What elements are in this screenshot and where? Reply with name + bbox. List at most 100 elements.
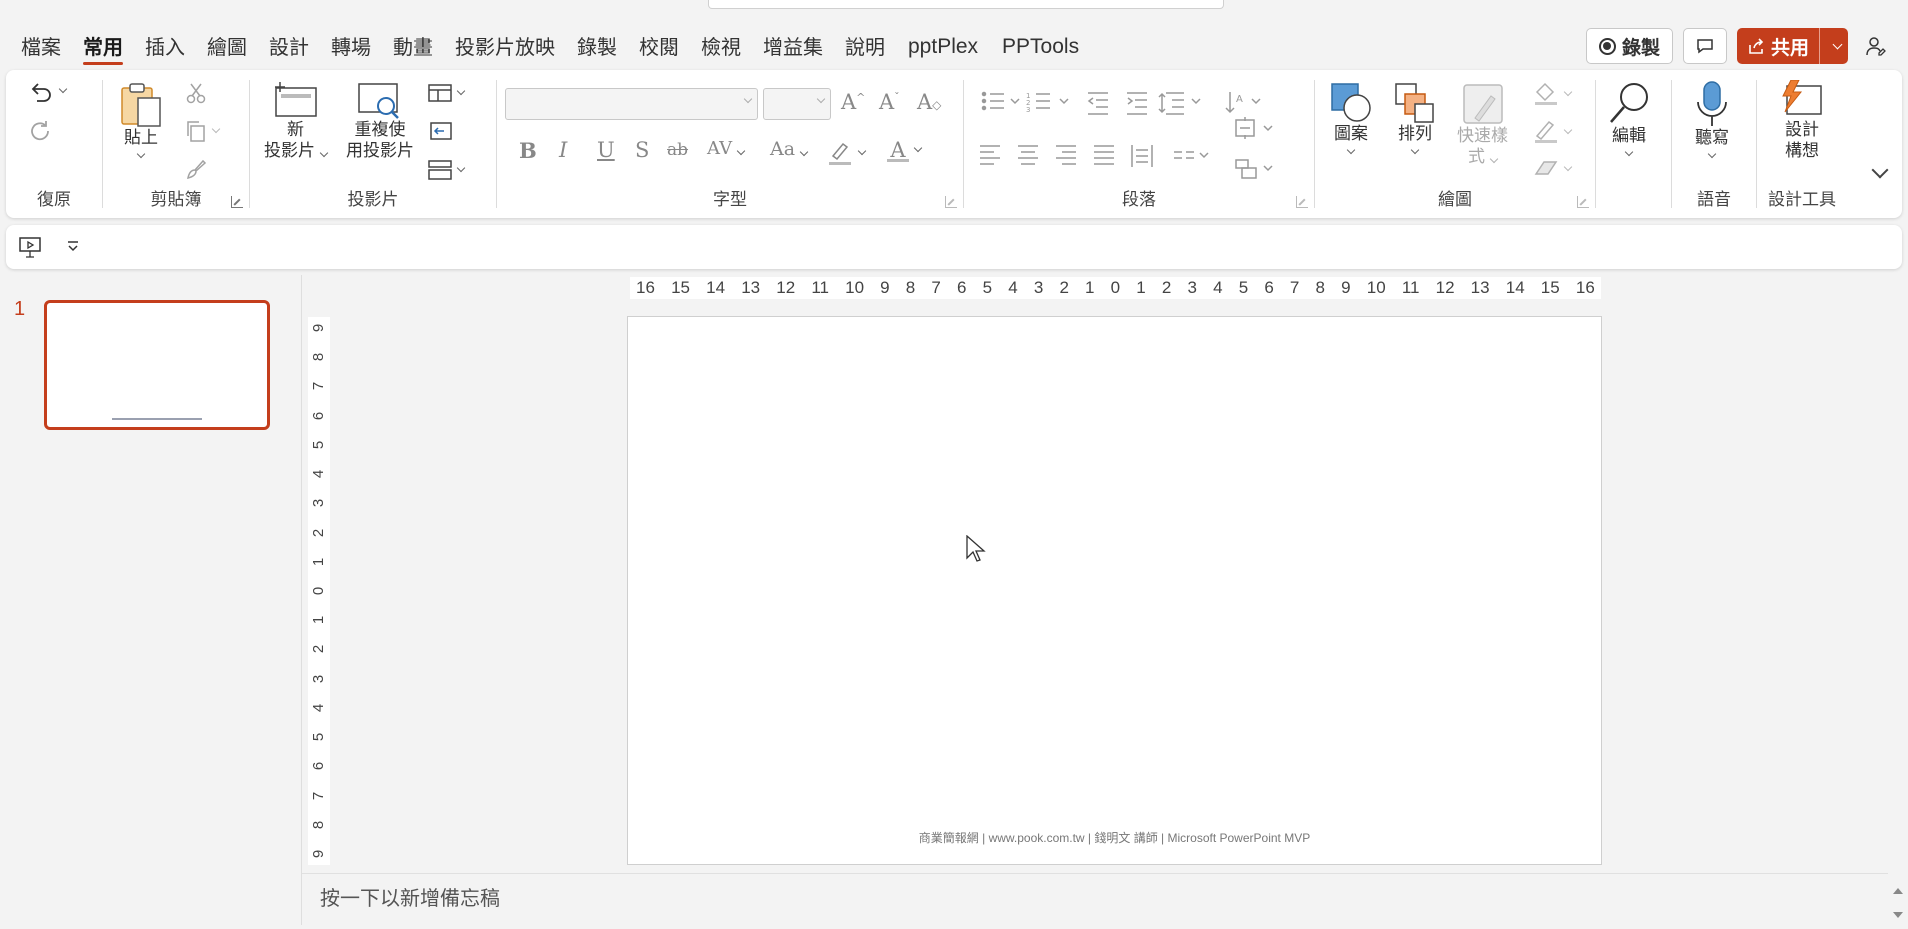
align-text-icon[interactable] [1234, 114, 1294, 144]
ruler-tick: 3 [310, 499, 327, 508]
tab-record[interactable]: 錄製 [566, 30, 628, 64]
slide-canvas[interactable]: 商業簡報網 | www.pook.com.tw | 錢明文 講師 | Micro… [627, 316, 1602, 865]
ruler-tick: 12 [776, 278, 796, 297]
slide-footer-text[interactable]: 商業簡報網 | www.pook.com.tw | 錢明文 講師 | Micro… [628, 829, 1601, 846]
underline-button[interactable]: U [597, 138, 615, 162]
shape-effects-button[interactable] [1533, 158, 1573, 180]
cut-button[interactable] [185, 82, 207, 104]
group-label-drawing: 繪圖 [1438, 190, 1472, 210]
slide-thumbnail[interactable] [44, 300, 270, 430]
search-box[interactable] [708, 0, 1224, 9]
format-painter-button[interactable] [185, 158, 207, 180]
shrink-font-button[interactable]: Aˇ [879, 90, 900, 114]
tab-help[interactable]: 說明 [834, 30, 896, 64]
shapes-button[interactable]: 圖案 [1329, 82, 1373, 155]
tab-draw[interactable]: 繪圖 [196, 30, 258, 64]
tab-pptplex[interactable]: pptPlex [896, 30, 990, 64]
notes-placeholder[interactable]: 按一下以新增備忘稿 [320, 882, 500, 911]
paragraph-launcher-icon[interactable] [1296, 196, 1308, 208]
undo-button[interactable] [28, 80, 68, 102]
tab-home[interactable]: 常用 [72, 30, 134, 65]
clipboard-launcher-icon[interactable] [231, 196, 243, 208]
paste-button[interactable]: 貼上 [119, 82, 163, 159]
font-launcher-icon[interactable] [945, 196, 957, 208]
slide-number: 1 [14, 298, 26, 320]
char-spacing-button[interactable]: AV [707, 138, 746, 159]
bold-button[interactable]: B [519, 138, 537, 163]
ruler-tick: 1 [310, 616, 327, 625]
quick-styles-button[interactable]: 快速樣 式 [1457, 82, 1508, 168]
editing-button[interactable]: 編輯 [1606, 80, 1652, 157]
coauthor-button[interactable] [1858, 28, 1894, 64]
section-button[interactable] [428, 160, 466, 180]
share-button[interactable]: 共用 [1736, 28, 1848, 64]
ruler-tick: 9 [1341, 278, 1351, 297]
shape-fill-button[interactable] [1533, 82, 1573, 106]
ruler-tick: 8 [905, 278, 916, 297]
tab-pptools[interactable]: PPTools [990, 30, 1091, 64]
group-label-font: 字型 [713, 190, 747, 210]
pane-splitter[interactable] [301, 275, 302, 925]
record-button[interactable]: 錄製 [1585, 28, 1673, 64]
copy-button[interactable] [185, 120, 221, 142]
pen-outline-icon [1535, 120, 1557, 143]
ruler-tick: 8 [310, 353, 327, 362]
arrange-label: 排列 [1398, 124, 1432, 144]
ruler-tick: 2 [310, 645, 327, 654]
italic-button[interactable]: I [559, 138, 567, 162]
highlight-button[interactable] [827, 140, 867, 166]
ruler-tick: 3 [1033, 278, 1044, 297]
change-case-button[interactable]: Aa [770, 138, 809, 160]
collapse-ribbon-icon[interactable] [1871, 161, 1889, 179]
design-ideas-icon [1782, 80, 1822, 115]
tab-addins[interactable]: 增益集 [752, 30, 834, 64]
drawing-launcher-icon[interactable] [1577, 196, 1589, 208]
new-slide-label-1: 新 [287, 120, 304, 140]
tab-slideshow[interactable]: 投影片放映 [444, 30, 566, 64]
tab-transitions[interactable]: 轉場 [320, 30, 382, 64]
ruler-tick: 3 [310, 674, 327, 683]
editing-label: 編輯 [1612, 126, 1646, 146]
redo-button[interactable] [28, 118, 54, 144]
clear-format-button[interactable]: A◇ [917, 90, 941, 114]
section-icon [428, 160, 452, 180]
ruler-tick: 16 [1575, 278, 1595, 297]
customize-qat-button[interactable] [66, 239, 80, 253]
reuse-slides-button[interactable]: 重複使 用投影片 [346, 80, 414, 162]
tab-design[interactable]: 設計 [258, 30, 320, 64]
shadow-button[interactable]: S [635, 138, 649, 162]
new-slide-button[interactable]: 新 投影片 [264, 80, 329, 162]
start-slideshow-button[interactable] [18, 235, 42, 259]
font-name-box[interactable] [505, 88, 758, 120]
ruler-tick: 7 [310, 791, 327, 800]
presentation-icon [19, 237, 41, 258]
font-size-box[interactable] [763, 88, 831, 120]
grow-font-button[interactable]: A^ [841, 90, 865, 114]
dictate-button[interactable]: 聽寫 [1692, 80, 1732, 159]
smartart-icon[interactable] [1234, 156, 1294, 182]
strikethrough-button[interactable]: ab [667, 140, 688, 160]
notes-divider[interactable] [302, 873, 1888, 874]
design-ideas-button[interactable]: 設計 構想 [1779, 80, 1825, 162]
reset-slide-button[interactable] [428, 122, 452, 140]
group-label-paragraph: 段落 [1122, 190, 1156, 210]
font-color-button[interactable]: A [887, 138, 923, 162]
tab-insert[interactable]: 插入 [134, 30, 196, 64]
tab-file[interactable]: 檔案 [10, 30, 72, 64]
group-label-slides: 投影片 [347, 190, 399, 210]
tab-view[interactable]: 檢視 [690, 30, 752, 64]
ruler-tick: 9 [310, 849, 327, 859]
ruler-tick: 4 [1008, 278, 1018, 297]
arrange-button[interactable]: 排列 [1393, 82, 1437, 155]
comments-button[interactable] [1682, 28, 1727, 64]
share-dropdown[interactable] [1820, 28, 1848, 64]
tab-review[interactable]: 校閱 [628, 30, 690, 64]
tab-animations[interactable]: 動畫 [382, 30, 444, 64]
shape-outline-button[interactable] [1533, 120, 1573, 144]
search-icon [1610, 83, 1648, 123]
ruler-tick: 0 [1110, 278, 1121, 297]
layout-button[interactable] [428, 84, 466, 102]
ruler-tick: 2 [1161, 278, 1172, 297]
undo-icon [31, 83, 51, 102]
notes-scrollbar[interactable] [1890, 882, 1906, 922]
